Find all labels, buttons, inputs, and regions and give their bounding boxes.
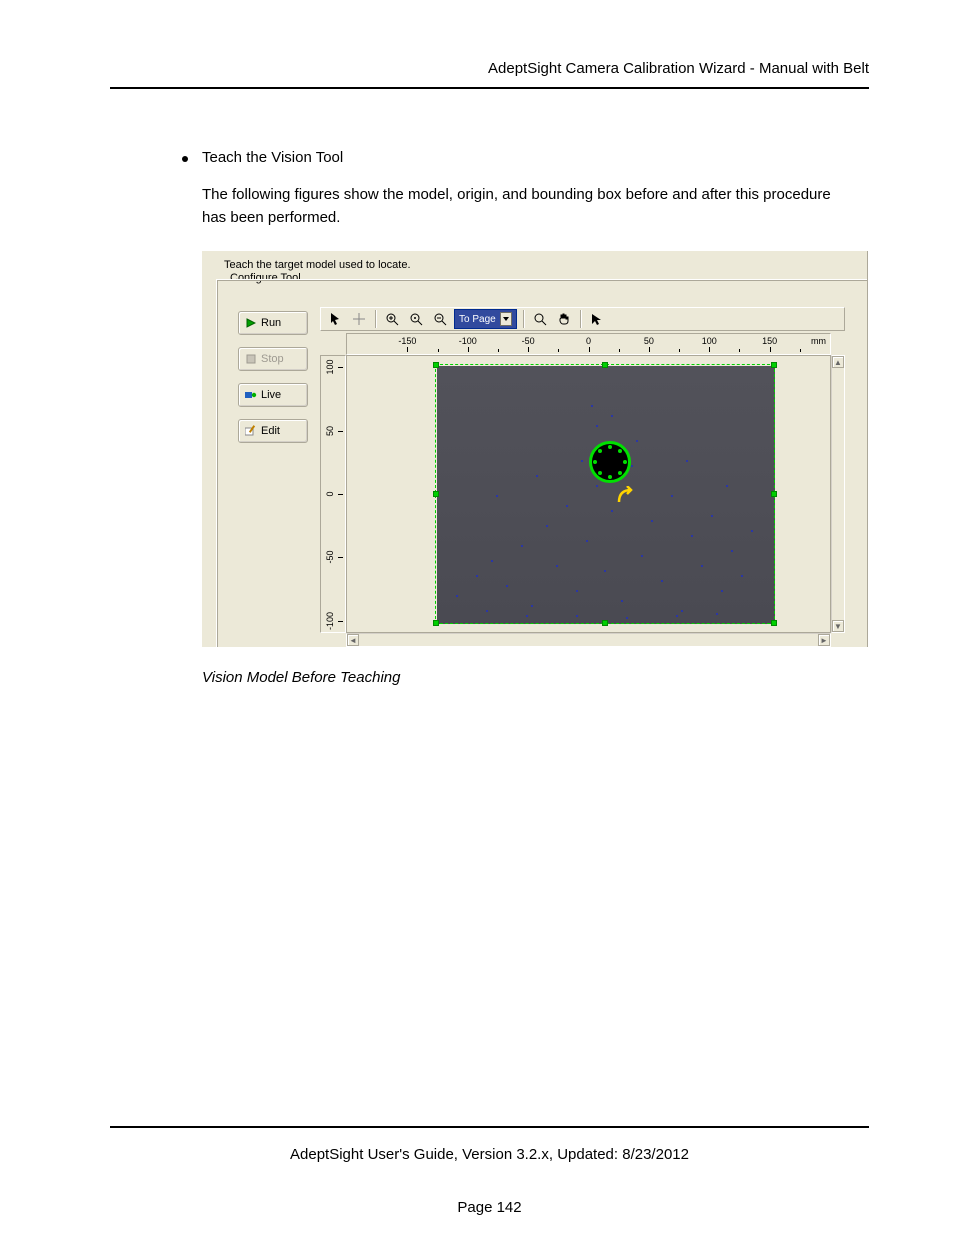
ruler-x-tick: -50 [522,336,535,346]
footer-text: AdeptSight User's Guide, Version 3.2.x, … [110,1146,869,1163]
live-icon [245,389,257,401]
body-paragraph: The following figures show the model, or… [202,184,849,229]
ruler-y-tick: -100 [325,612,335,630]
zoom-actual-icon[interactable] [406,310,426,328]
header-divider [110,87,869,89]
teach-instruction: Teach the target model used to locate. [224,259,411,271]
ruler-y-tick: -50 [325,551,335,564]
zoom-mode-label: To Page [459,314,496,325]
bb-handle-ne[interactable] [771,362,777,368]
ruler-x-tick: 100 [702,336,717,346]
zoom-out-icon[interactable] [430,310,450,328]
page-number: Page 142 [110,1199,869,1216]
bounding-box[interactable] [435,364,775,624]
footer-divider [110,1126,869,1128]
origin-arrow-icon [617,486,635,509]
play-icon [245,317,257,329]
bullet-item: Teach the Vision Tool [182,149,869,166]
bb-handle-se[interactable] [771,620,777,626]
bb-handle-n[interactable] [602,362,608,368]
bullet-dot-icon [182,156,188,162]
bb-handle-e[interactable] [771,491,777,497]
bb-handle-sw[interactable] [433,620,439,626]
bb-handle-s[interactable] [602,620,608,626]
app-panel: Teach the target model used to locate. C… [202,251,868,647]
bullet-text: Teach the Vision Tool [202,149,343,166]
ruler-y-tick: 50 [325,426,335,436]
stop-icon [245,353,257,365]
scroll-up-icon[interactable]: ▲ [832,356,844,368]
zoom-tool-icon[interactable] [530,310,550,328]
image-toolbar: To Page [320,307,845,331]
image-viewport[interactable] [346,355,831,633]
edit-icon [245,425,257,437]
pointer-tool-icon[interactable] [325,310,345,328]
ruler-x-tick: 150 [762,336,777,346]
ruler-y-tick: 100 [325,360,335,375]
toolbar-separator [375,310,376,328]
figure-caption: Vision Model Before Teaching [202,669,869,686]
page-header-title: AdeptSight Camera Calibration Wizard - M… [110,60,869,77]
ruler-x-unit: mm [811,336,826,346]
ruler-vertical: 100 50 0 -50 -100 [320,355,346,633]
scroll-right-icon[interactable]: ► [818,634,830,646]
horizontal-scrollbar[interactable]: ◄ ► [346,633,831,647]
run-button[interactable]: Run [238,311,308,335]
edit-button-label: Edit [261,425,280,437]
side-button-panel: Run Stop Live [238,311,308,455]
zoom-mode-dropdown[interactable]: To Page [454,309,517,329]
ruler-x-tick: -100 [459,336,477,346]
bb-handle-nw[interactable] [433,362,439,368]
ruler-x-tick: 50 [644,336,654,346]
hand-tool-icon[interactable] [554,310,574,328]
edit-button[interactable]: Edit [238,419,308,443]
ruler-horizontal: -150 -100 -50 0 50 100 150 mm [346,333,831,355]
live-button-label: Live [261,389,281,401]
run-button-label: Run [261,317,281,329]
crosshair-tool-icon[interactable] [349,310,369,328]
bb-handle-w[interactable] [433,491,439,497]
ruler-x-tick: -150 [398,336,416,346]
arrow-tool-icon[interactable] [587,310,607,328]
stop-button-label: Stop [261,353,284,365]
zoom-in-icon[interactable] [382,310,402,328]
toolbar-separator [523,310,524,328]
scroll-down-icon[interactable]: ▼ [832,620,844,632]
canvas-area: To Page [320,307,845,647]
scroll-left-icon[interactable]: ◄ [347,634,359,646]
stop-button[interactable]: Stop [238,347,308,371]
chevron-down-icon [500,312,512,326]
figure: Teach the target model used to locate. C… [202,251,868,647]
toolbar-separator [580,310,581,328]
ruler-x-tick: 0 [586,336,591,346]
ruler-y-tick: 0 [325,491,335,496]
live-button[interactable]: Live [238,383,308,407]
vertical-scrollbar[interactable]: ▲ ▼ [831,355,845,633]
